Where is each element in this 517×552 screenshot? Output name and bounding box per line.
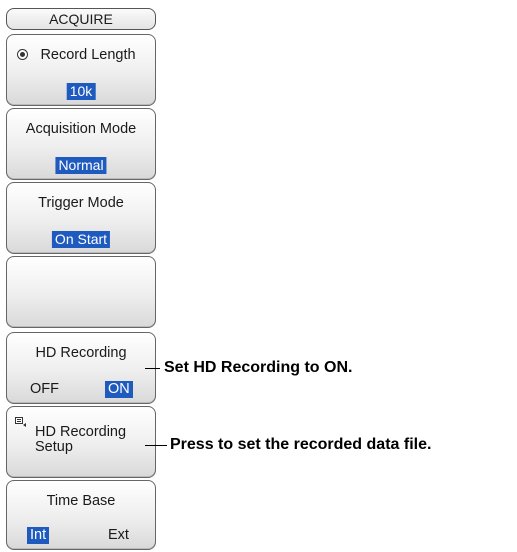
hd-recording-label: HD Recording — [35, 345, 127, 361]
hd-recording-on-option: ON — [105, 381, 133, 398]
record-length-value: 10k — [66, 83, 96, 100]
hd-recording-setup-label: HD Recording Setup — [35, 425, 126, 455]
trigger-mode-value: On Start — [51, 231, 111, 248]
menu-title: ACQUIRE — [6, 8, 156, 30]
time-base-button[interactable]: Time Base Int Ext — [6, 480, 156, 550]
acquisition-mode-value: Normal — [55, 157, 107, 174]
setup-menu-icon — [15, 417, 26, 427]
record-length-button[interactable]: Record Length 10k — [6, 34, 156, 106]
hd-recording-off-option: OFF — [30, 381, 59, 397]
acquisition-mode-label: Acquisition Mode — [25, 121, 137, 137]
callout-line-hd-recording-setup — [145, 445, 167, 446]
empty-softkey[interactable] — [6, 256, 156, 328]
hd-recording-setup-label-line1: HD Recording — [35, 424, 127, 440]
time-base-ext-option: Ext — [108, 527, 129, 543]
callout-line-hd-recording — [145, 368, 160, 369]
trigger-mode-button[interactable]: Trigger Mode On Start — [6, 182, 156, 254]
callout-hd-recording-setup: Press to set the recorded data file. — [170, 436, 432, 453]
record-length-label: Record Length — [40, 47, 136, 63]
hd-recording-setup-label-line2: Setup — [35, 439, 73, 455]
hd-recording-setup-button[interactable]: HD Recording Setup — [6, 406, 156, 478]
hd-recording-button[interactable]: HD Recording OFF ON — [6, 332, 156, 404]
time-base-label: Time Base — [46, 493, 116, 509]
callout-hd-recording: Set HD Recording to ON. — [164, 359, 353, 376]
time-base-int-option: Int — [27, 527, 50, 544]
acquisition-mode-button[interactable]: Acquisition Mode Normal — [6, 108, 156, 180]
trigger-mode-label: Trigger Mode — [38, 195, 124, 211]
